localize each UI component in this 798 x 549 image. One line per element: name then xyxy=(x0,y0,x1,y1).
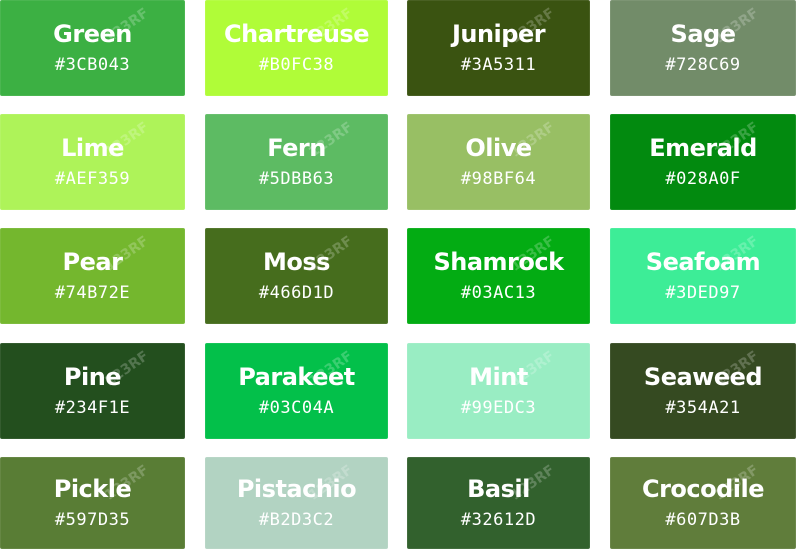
swatch-name: Moss xyxy=(263,248,330,276)
swatch-hex-code: #5DBB63 xyxy=(258,169,335,189)
swatch-hex-code: #B2D3C2 xyxy=(258,510,335,530)
color-swatch: Parakeet #03C04A 123RF xyxy=(205,343,388,439)
swatch-name: Pickle xyxy=(53,475,132,503)
color-swatch: Green #3CB043 123RF xyxy=(0,0,185,96)
color-swatch: Pickle #597D35 123RF xyxy=(0,457,185,549)
color-swatch: Seafoam #3DED97 123RF xyxy=(610,228,796,324)
swatch-name: Seaweed xyxy=(643,363,763,391)
swatch-hex-code: #3A5311 xyxy=(460,55,537,75)
color-swatch-grid: Green #3CB043 123RF Chartreuse #B0FC38 123RF J… xyxy=(0,0,798,549)
swatch-hex-code: #028A0F xyxy=(665,169,741,189)
swatch-hex-code: #98BF64 xyxy=(460,169,537,189)
color-swatch: Juniper #3A5311 123RF xyxy=(407,0,590,96)
swatch-hex-code: #234F1E xyxy=(54,398,131,418)
swatch-name: Pine xyxy=(63,363,122,391)
swatch-name: Sage xyxy=(670,20,736,48)
swatch-hex-code: #3CB043 xyxy=(54,55,131,75)
swatch-hex-code: #728C69 xyxy=(665,55,741,75)
color-swatch: Pine #234F1E 123RF xyxy=(0,343,185,439)
color-swatch: Crocodile #607D3B 123RF xyxy=(610,457,796,549)
swatch-name: Green xyxy=(53,20,132,48)
color-swatch: Sage #728C69 123RF xyxy=(610,0,796,96)
color-swatch: Basil #32612D 123RF xyxy=(407,457,590,549)
swatch-name: Juniper xyxy=(451,20,546,48)
swatch-name: Parakeet xyxy=(238,363,355,391)
swatch-name: Olive xyxy=(465,134,532,162)
swatch-hex-code: #03AC13 xyxy=(460,283,537,303)
color-swatch: Olive #98BF64 123RF xyxy=(407,114,590,210)
color-swatch: Chartreuse #B0FC38 123RF xyxy=(205,0,388,96)
color-swatch: Moss #466D1D 123RF xyxy=(205,228,388,324)
swatch-name: Lime xyxy=(61,134,124,162)
swatch-hex-code: #607D3B xyxy=(665,510,741,530)
color-swatch: Emerald #028A0F 123RF xyxy=(610,114,796,210)
swatch-name: Chartreuse xyxy=(224,20,369,48)
color-swatch: Pistachio #B2D3C2 123RF xyxy=(205,457,388,549)
color-swatch: Pear #74B72E 123RF xyxy=(0,228,185,324)
swatch-name: Emerald xyxy=(649,134,757,162)
swatch-name: Shamrock xyxy=(433,248,564,276)
swatch-hex-code: #3DED97 xyxy=(665,283,741,303)
swatch-hex-code: #466D1D xyxy=(258,283,335,303)
swatch-name: Basil xyxy=(467,475,530,503)
color-swatch: Mint #99EDC3 123RF xyxy=(407,343,590,439)
swatch-hex-code: #99EDC3 xyxy=(460,398,537,418)
swatch-hex-code: #597D35 xyxy=(54,510,131,530)
color-swatch: Seaweed #354A21 123RF xyxy=(610,343,796,439)
swatch-hex-code: #03C04A xyxy=(258,398,335,418)
swatch-hex-code: #AEF359 xyxy=(54,169,131,189)
swatch-hex-code: #B0FC38 xyxy=(258,55,335,75)
swatch-name: Fern xyxy=(267,134,326,162)
swatch-name: Pistachio xyxy=(236,475,357,503)
swatch-name: Crocodile xyxy=(641,475,765,503)
swatch-name: Mint xyxy=(469,363,528,391)
color-swatch: Fern #5DBB63 123RF xyxy=(205,114,388,210)
swatch-name: Pear xyxy=(62,248,123,276)
color-swatch: Shamrock #03AC13 123RF xyxy=(407,228,590,324)
swatch-hex-code: #32612D xyxy=(460,510,537,530)
swatch-name: Seafoam xyxy=(645,248,761,276)
swatch-hex-code: #74B72E xyxy=(54,283,131,303)
color-swatch: Lime #AEF359 123RF xyxy=(0,114,185,210)
swatch-hex-code: #354A21 xyxy=(665,398,741,418)
